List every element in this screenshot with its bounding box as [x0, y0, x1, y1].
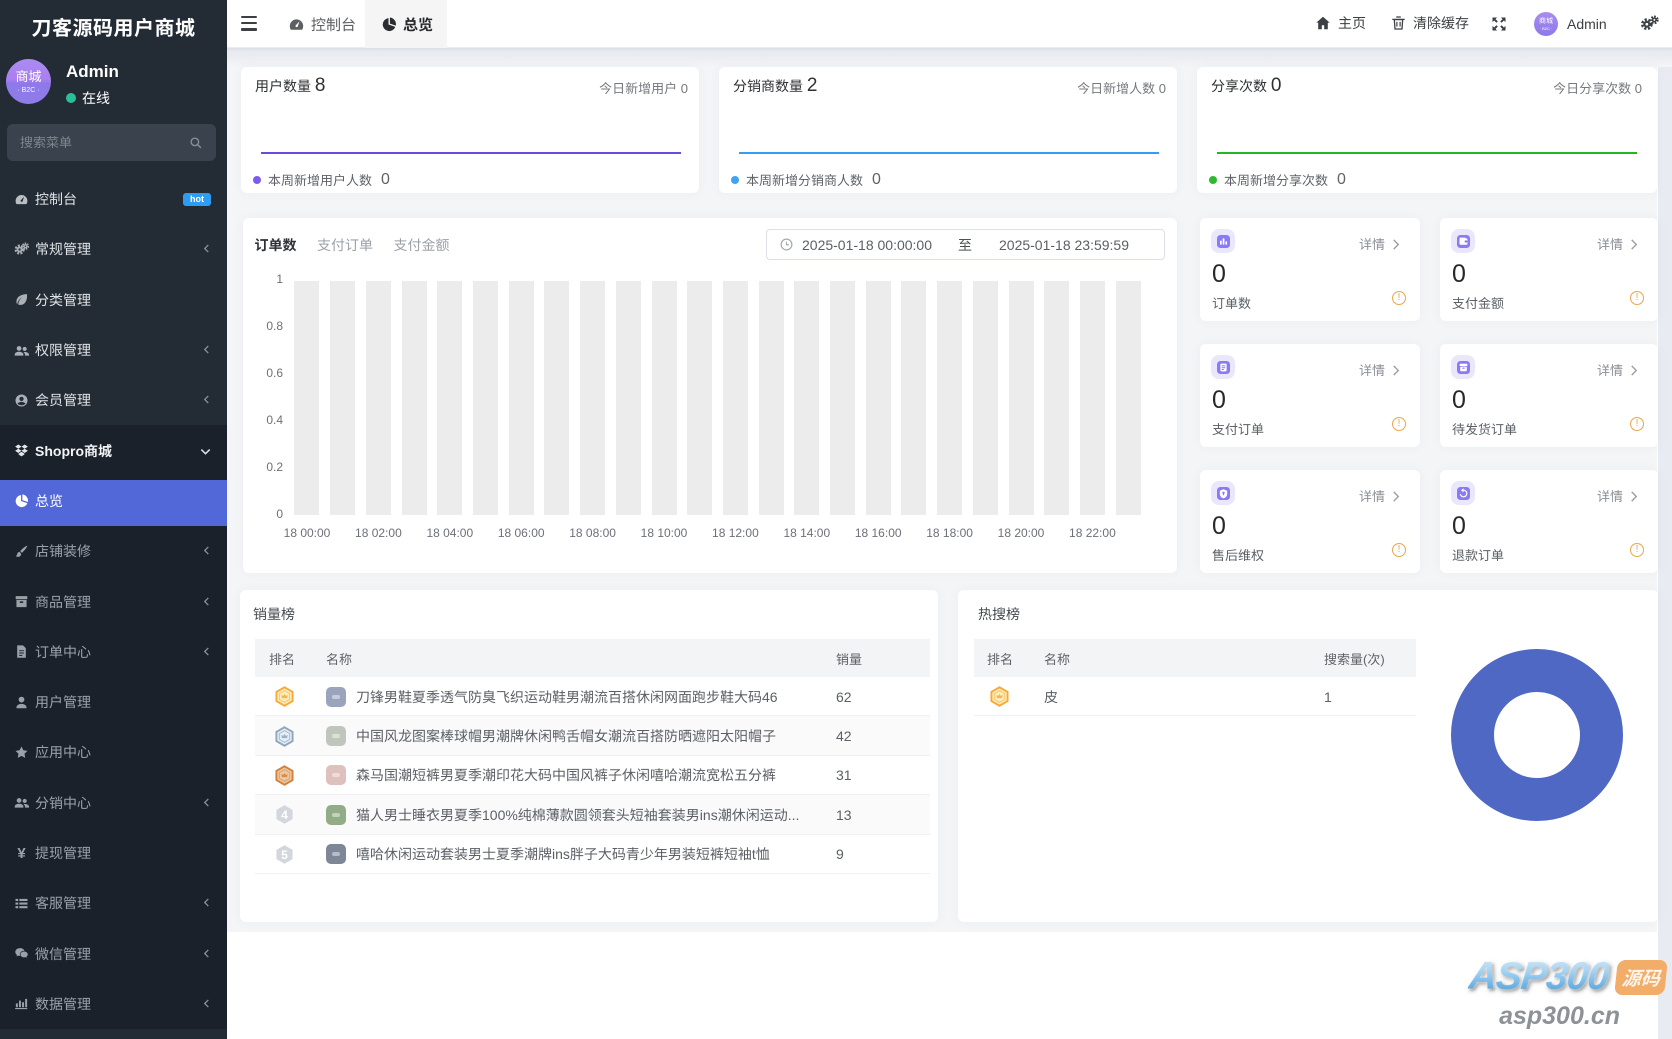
svg-text:5: 5	[281, 848, 288, 862]
svg-text:4: 4	[281, 808, 288, 822]
